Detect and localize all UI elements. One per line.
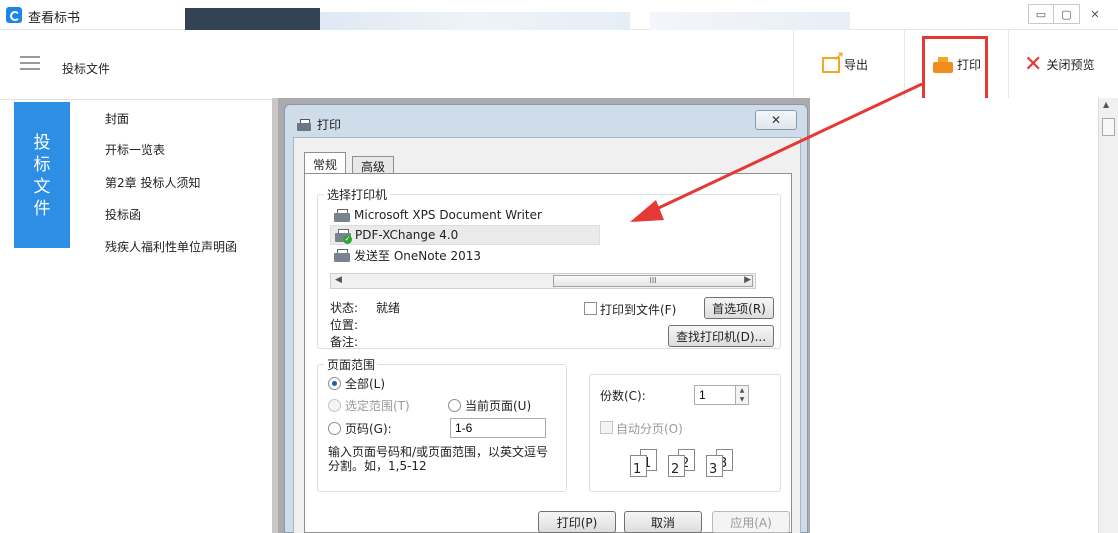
scrollbar-thumb[interactable] (1102, 118, 1115, 136)
tab-general[interactable]: 常规 (304, 152, 347, 174)
comment-label: 备注: (330, 335, 359, 349)
collate-illustration: 1 1 2 2 3 3 (630, 445, 740, 479)
printer-name: PDF-XChange 4.0 (355, 228, 459, 242)
tab-panel-general: 选择打印机 Microsoft XPS Document Writer ✓ PD… (304, 173, 792, 533)
export-button[interactable]: 导出 (793, 30, 903, 99)
menu-icon[interactable] (20, 56, 40, 70)
copies-input[interactable] (694, 385, 736, 405)
outline-item-cover[interactable]: 封面 (105, 110, 129, 127)
printer-icon (334, 208, 350, 222)
page-range-legend: 页面范围 (324, 356, 379, 373)
select-printer-group: 选择打印机 Microsoft XPS Document Writer ✓ PD… (317, 186, 781, 349)
page-range-pages-label: 页码(G): (345, 422, 392, 436)
outline-item-bid-letter[interactable]: 投标函 (105, 206, 141, 223)
print-dialog-cancel-button[interactable]: 取消 (624, 511, 702, 533)
redacted-region (185, 8, 320, 32)
page-icon: 3 (706, 455, 723, 477)
document-title: 投标文件 (62, 62, 111, 76)
preferences-button[interactable]: 首选项(R) (704, 297, 774, 319)
preview-page (810, 98, 1098, 533)
copies-spinner[interactable]: ▲ ▼ (735, 385, 749, 405)
tab-bid-document[interactable]: 投 标 文 件 (14, 102, 70, 248)
find-printer-button[interactable]: 查找打印机(D)... (668, 325, 774, 347)
printer-item[interactable]: Microsoft XPS Document Writer (330, 205, 750, 225)
copies-group: 份数(C): ▲▼ 自动分页(O) 1 1 2 2 3 3 (589, 374, 781, 492)
document-outline: 封面 开标一览表 第2章 投标人须知 投标函 残疾人福利性单位声明函 (72, 100, 272, 533)
dialog-title: 打印 (297, 116, 341, 133)
outline-item-bidder-instructions[interactable]: 第2章 投标人须知 (105, 174, 200, 191)
scroll-left-icon[interactable]: ◀ (335, 275, 342, 285)
vertical-scrollbar[interactable]: ▲ (1098, 98, 1118, 533)
print-dialog-apply-button[interactable]: 应用(A) (712, 511, 790, 533)
printer-name: Microsoft XPS Document Writer (354, 208, 542, 222)
scroll-right-icon[interactable]: ▶ (744, 275, 751, 285)
printer-icon (334, 248, 350, 262)
page-range-current-radio[interactable] (448, 399, 461, 412)
page-range-all-radio[interactable] (328, 377, 341, 390)
printer-name: 发送至 OneNote 2013 (354, 248, 482, 263)
default-check-icon: ✓ (343, 235, 352, 244)
print-to-file-label: 打印到文件(F) (600, 303, 677, 317)
tab-advanced[interactable]: 高级 (352, 156, 395, 174)
page-range-pages-radio[interactable] (328, 422, 341, 435)
window-controls: ▭ ▢ ✕ (1028, 4, 1110, 24)
annotation-highlight-box (922, 36, 988, 102)
export-icon (822, 50, 844, 73)
status-value: 就绪 (376, 301, 401, 315)
page-range-input[interactable] (450, 418, 546, 438)
copies-label: 份数(C): (600, 389, 646, 403)
close-icon: ✕ (1024, 51, 1043, 77)
printer-list-hscroll[interactable]: ◀ III ▶ (330, 273, 756, 289)
tab-char: 投 (33, 133, 51, 153)
window-close-icon[interactable]: ✕ (1080, 4, 1110, 24)
status-label: 状态: (330, 301, 359, 315)
redacted-region (320, 12, 630, 30)
page-range-all-label: 全部(L) (345, 377, 386, 391)
title-bar: 查看标书 ▭ ▢ ✕ (0, 0, 1118, 32)
print-to-file-checkbox[interactable] (584, 302, 597, 315)
minimize-icon[interactable]: ▭ (1028, 4, 1054, 24)
maximize-icon[interactable]: ▢ (1054, 4, 1080, 24)
collate-label: 自动分页(O) (616, 422, 683, 436)
tab-char: 件 (33, 199, 51, 219)
print-dialog: 打印 ✕ 高级 常规 选择打印机 Microsoft XPS Document … (284, 104, 808, 533)
scroll-up-icon[interactable]: ▲ (1103, 100, 1109, 109)
dialog-close-button[interactable]: ✕ (755, 110, 797, 130)
printer-item-selected[interactable]: ✓ PDF-XChange 4.0 (330, 225, 600, 245)
page-range-selection-radio[interactable] (328, 399, 341, 412)
tab-char: 文 (33, 177, 51, 197)
print-dialog-print-button[interactable]: 打印(P) (538, 511, 616, 533)
dialog-body: 高级 常规 选择打印机 Microsoft XPS Document Write… (293, 137, 801, 533)
printer-icon (297, 118, 311, 131)
app-logo-icon (6, 7, 22, 23)
page-range-current-label: 当前页面(U) (465, 399, 532, 413)
scrollbar-thumb[interactable]: III (553, 275, 753, 287)
collate-checkbox[interactable] (600, 421, 613, 434)
printer-list: Microsoft XPS Document Writer ✓ PDF-XCha… (330, 205, 750, 265)
redacted-region (650, 12, 850, 30)
page-range-selection-label: 选定范围(T) (345, 399, 410, 413)
window-title: 查看标书 (28, 11, 81, 26)
dialog-title-text: 打印 (317, 118, 342, 132)
printer-item[interactable]: 发送至 OneNote 2013 (330, 245, 750, 265)
page-range-hint: 输入页面号码和/或页面范围，以英文逗号分割。如，1,5-12 (328, 445, 549, 473)
location-label: 位置: (330, 318, 359, 332)
select-printer-legend: 选择打印机 (324, 186, 391, 203)
outline-item-bid-opening-list[interactable]: 开标一览表 (105, 141, 165, 158)
page-range-group: 页面范围 全部(L) 选定范围(T) 当前页面(U) 页码(G): 输入页面号码… (317, 356, 567, 492)
close-preview-label: 关闭预览 (1046, 58, 1095, 72)
tab-char: 标 (33, 155, 51, 175)
outline-item-disability-declaration[interactable]: 残疾人福利性单位声明函 (105, 238, 237, 255)
page-icon: 1 (630, 455, 647, 477)
export-label: 导出 (844, 58, 869, 72)
close-preview-button[interactable]: ✕ 关闭预览 (1008, 30, 1118, 99)
page-icon: 2 (668, 455, 685, 477)
